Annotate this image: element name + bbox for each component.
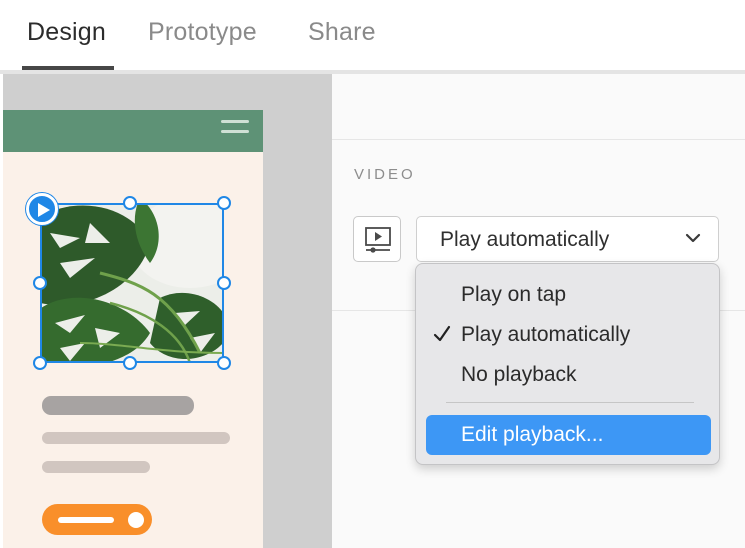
checkmark-icon xyxy=(433,325,451,342)
resize-handle-left[interactable] xyxy=(33,276,47,290)
resize-handle-right[interactable] xyxy=(217,276,231,290)
hamburger-icon xyxy=(221,120,249,140)
chevron-down-icon xyxy=(685,233,701,243)
resize-handle-top-right[interactable] xyxy=(217,196,231,210)
video-player-icon xyxy=(365,227,391,253)
app-window: Design Prototype Share VIDEO Play automa… xyxy=(0,0,745,548)
video-settings-button[interactable] xyxy=(353,216,401,262)
resize-handle-bottom-left[interactable] xyxy=(33,356,47,370)
menu-item-label: No playback xyxy=(461,363,577,386)
playback-select[interactable]: Play automatically xyxy=(416,216,719,262)
menu-item-edit-playback[interactable]: Edit playback... xyxy=(426,415,711,455)
panel-divider xyxy=(332,139,745,140)
menu-item-play-on-tap[interactable]: Play on tap xyxy=(416,278,719,312)
placeholder-text-line xyxy=(42,461,150,473)
playback-menu: Play on tap Play automatically No playba… xyxy=(415,263,720,465)
play-icon[interactable] xyxy=(26,193,58,225)
menu-item-label: Play automatically xyxy=(461,323,631,346)
tab-prototype[interactable]: Prototype xyxy=(148,18,257,47)
resize-handle-top[interactable] xyxy=(123,196,137,210)
button-knob xyxy=(128,512,144,528)
design-canvas[interactable] xyxy=(3,74,332,548)
button-track xyxy=(58,517,114,523)
menu-separator xyxy=(446,402,694,403)
menu-item-label: Edit playback... xyxy=(461,423,604,446)
placeholder-heading xyxy=(42,396,194,415)
tab-share[interactable]: Share xyxy=(308,18,376,47)
artboard[interactable] xyxy=(3,110,263,548)
mode-tabs: Design Prototype Share xyxy=(0,0,745,70)
menu-item-play-automatically[interactable]: Play automatically xyxy=(416,318,719,352)
artboard-header xyxy=(3,110,263,152)
placeholder-text-line xyxy=(42,432,230,444)
tab-design[interactable]: Design xyxy=(27,18,106,47)
playback-select-value: Play automatically xyxy=(440,228,610,251)
menu-item-no-playback[interactable]: No playback xyxy=(416,358,719,392)
selection-box xyxy=(40,203,224,363)
section-label-video: VIDEO xyxy=(354,166,416,183)
resize-handle-bottom[interactable] xyxy=(123,356,137,370)
menu-item-label: Play on tap xyxy=(461,283,567,306)
resize-handle-bottom-right[interactable] xyxy=(217,356,231,370)
placeholder-button xyxy=(42,504,152,535)
